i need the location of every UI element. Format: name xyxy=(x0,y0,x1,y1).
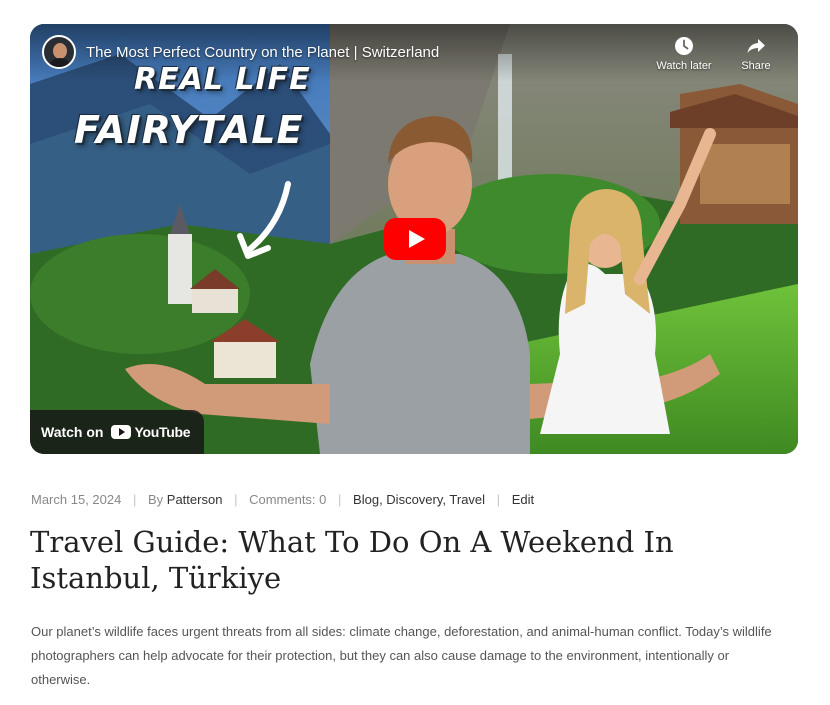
watch-later-label: Watch later xyxy=(656,60,712,72)
meta-separator: | xyxy=(496,492,501,507)
video-embed[interactable]: The Most Perfect Country on the Planet |… xyxy=(30,24,798,454)
meta-separator: | xyxy=(234,492,238,507)
share-arrow-icon xyxy=(747,39,765,53)
meta-separator: | xyxy=(338,492,342,507)
meta-separator: | xyxy=(132,492,137,507)
post-excerpt: Our planet’s wildlife faces urgent threa… xyxy=(31,624,772,687)
by-label: By xyxy=(147,492,164,507)
share-button[interactable]: Share xyxy=(720,36,792,72)
thumbnail-text-line2: FAIRYTALE xyxy=(74,108,304,152)
watch-on-youtube-button[interactable]: Watch on YouTube xyxy=(30,410,205,454)
share-label: Share xyxy=(741,60,771,72)
play-button[interactable] xyxy=(384,218,446,260)
post-meta: March 15, 2024 | By Patterson | Comments… xyxy=(31,492,534,507)
youtube-logo-text: YouTube xyxy=(134,424,191,440)
edit-link[interactable]: Edit xyxy=(512,492,534,507)
avatar-face xyxy=(53,43,67,59)
category-link-discovery[interactable]: Discovery xyxy=(386,492,442,507)
thumbnail-text-line1: REAL LIFE xyxy=(134,62,311,97)
watch-later-button[interactable]: Watch later xyxy=(648,36,720,72)
clock-icon xyxy=(675,37,693,55)
category-link-travel[interactable]: Travel xyxy=(449,492,485,507)
author-link[interactable]: Patterson xyxy=(167,492,223,507)
watch-on-label: Watch on xyxy=(41,424,104,440)
youtube-play-icon xyxy=(111,425,132,439)
video-title-link[interactable]: The Most Perfect Country on the Planet |… xyxy=(86,44,439,61)
channel-avatar[interactable] xyxy=(42,35,76,69)
post-date: March 15, 2024 xyxy=(31,492,122,507)
youtube-logo: YouTube xyxy=(111,424,191,440)
post-title[interactable]: Travel Guide: What To Do On A Weekend In… xyxy=(30,524,790,596)
comments-link[interactable]: Comments: 0 xyxy=(249,492,326,507)
category-link-blog[interactable]: Blog xyxy=(353,492,379,507)
